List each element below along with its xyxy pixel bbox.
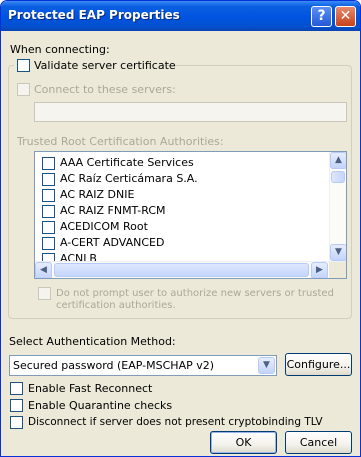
close-icon: ✕ — [339, 8, 352, 24]
trusted-root-label: Trusted Root Certification Authorities: — [17, 135, 224, 148]
authentication-method-select[interactable]: Secured password (EAP-MSCHAP v2) ▼ — [9, 355, 277, 376]
configure-button[interactable]: Configure... — [285, 353, 352, 376]
enable-fast-reconnect-label: Enable Fast Reconnect — [28, 382, 153, 395]
when-connecting-label: When connecting: — [10, 43, 110, 56]
validate-server-certificate-label: Validate server certificate — [34, 59, 176, 72]
list-item-checkbox[interactable] — [42, 157, 55, 170]
enable-quarantine-checks-checkbox[interactable] — [10, 399, 23, 412]
do-not-prompt-label-line1: Do not prompt user to authorize new serv… — [56, 288, 334, 299]
list-item-label: AAA Certificate Services — [60, 156, 194, 169]
scroll-corner — [329, 262, 346, 278]
list-item-label: ACEDICOM Root — [60, 220, 148, 233]
list-item-checkbox[interactable] — [42, 205, 55, 218]
chevron-down-icon[interactable]: ▼ — [258, 357, 275, 374]
enable-fast-reconnect-checkbox[interactable] — [10, 382, 23, 395]
list-vertical-scrollbar[interactable]: ▲ ▼ — [329, 152, 346, 261]
do-not-prompt-label-line2: certification authorities. — [56, 300, 176, 311]
title-bar[interactable]: Protected EAP Properties ? ✕ — [1, 1, 360, 31]
list-horizontal-scrollbar[interactable]: ◀ ▶ — [35, 261, 346, 278]
list-item-label: AC Raíz Certicámara S.A. — [60, 172, 198, 185]
scroll-left-icon[interactable]: ◀ — [35, 262, 52, 278]
help-button[interactable]: ? — [311, 6, 332, 27]
list-item-checkbox[interactable] — [42, 221, 55, 234]
do-not-prompt-checkbox[interactable] — [38, 287, 51, 300]
dialog-window: Protected EAP Properties ? ✕ When connec… — [0, 0, 361, 457]
list-item-label: AC RAIZ FNMT-RCM — [60, 204, 166, 217]
list-item-label: A-CERT ADVANCED — [60, 236, 165, 249]
list-item-label: AC RAIZ DNIE — [60, 188, 135, 201]
disconnect-cryptobinding-checkbox[interactable] — [10, 416, 23, 429]
validate-server-certificate-checkbox[interactable] — [17, 59, 30, 72]
cancel-button[interactable]: Cancel — [285, 431, 352, 454]
disconnect-cryptobinding-label: Disconnect if server does not present cr… — [28, 416, 323, 428]
authentication-method-label: Select Authentication Method: — [9, 335, 176, 348]
connect-to-servers-checkbox[interactable] — [17, 83, 30, 96]
scroll-down-icon[interactable]: ▼ — [330, 244, 346, 261]
help-icon: ? — [317, 8, 326, 24]
close-button[interactable]: ✕ — [335, 6, 356, 27]
connect-to-servers-label: Connect to these servers: — [34, 83, 176, 96]
window-title: Protected EAP Properties — [8, 8, 180, 22]
vertical-scroll-thumb[interactable] — [331, 171, 345, 183]
scroll-right-icon[interactable]: ▶ — [311, 262, 328, 278]
servers-input[interactable] — [34, 102, 347, 122]
trusted-root-list[interactable]: AAA Certificate Services AC Raíz Certicá… — [34, 151, 347, 279]
list-item-checkbox[interactable] — [42, 173, 55, 186]
dialog-content: When connecting: Validate server certifi… — [4, 32, 357, 454]
list-item-checkbox[interactable] — [42, 189, 55, 202]
scroll-up-icon[interactable]: ▲ — [330, 152, 346, 169]
list-item-checkbox[interactable] — [42, 237, 55, 250]
horizontal-scroll-thumb[interactable] — [54, 263, 309, 277]
authentication-method-value: Secured password (EAP-MSCHAP v2) — [13, 359, 215, 372]
ok-button[interactable]: OK — [210, 431, 277, 454]
enable-quarantine-checks-label: Enable Quarantine checks — [28, 399, 173, 412]
